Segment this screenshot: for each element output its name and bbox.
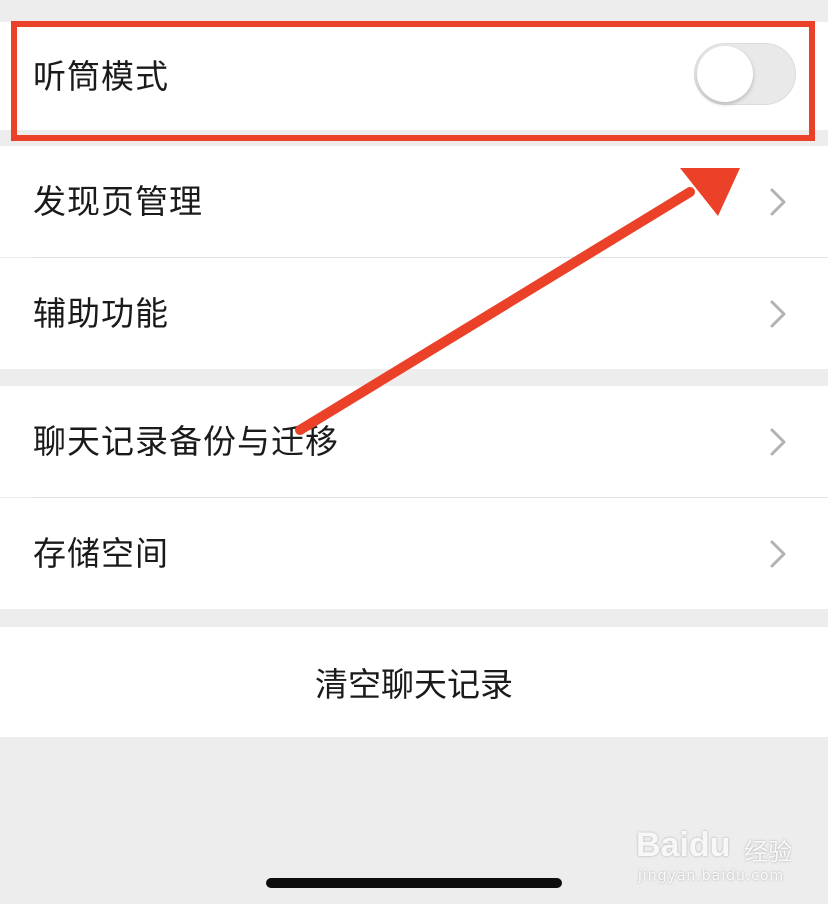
clear-chat-history-label: 清空聊天记录	[315, 665, 513, 704]
watermark-url: jingyan.baidu.com	[638, 868, 785, 884]
clear-chat-history-button[interactable]: 清空聊天记录	[0, 627, 828, 737]
accessibility-label: 辅助功能	[33, 294, 169, 333]
earpiece-mode-toggle[interactable]	[694, 43, 796, 105]
chat-backup-migration-label: 聊天记录备份与迁移	[33, 422, 339, 461]
toggle-knob	[697, 46, 753, 102]
watermark-brand: Baidu	[636, 826, 731, 864]
discover-page-management-row[interactable]: 发现页管理	[0, 146, 828, 257]
earpiece-mode-label: 听筒模式	[33, 56, 169, 96]
storage-row[interactable]: 存储空间	[0, 498, 828, 609]
storage-label: 存储空间	[33, 534, 169, 573]
accessibility-row[interactable]: 辅助功能	[0, 258, 828, 369]
discover-page-management-label: 发现页管理	[33, 182, 203, 221]
chevron-right-icon	[770, 188, 786, 215]
chat-backup-migration-row[interactable]: 聊天记录备份与迁移	[0, 386, 828, 497]
baidu-jingyan-watermark: Baidu 经验 jingyan.baidu.com	[636, 812, 796, 888]
chevron-right-icon	[770, 540, 786, 567]
earpiece-mode-row[interactable]: 听筒模式	[0, 22, 828, 130]
chevron-right-icon	[770, 300, 786, 327]
watermark-sub: 经验	[744, 838, 792, 866]
home-indicator[interactable]	[266, 878, 562, 888]
chevron-right-icon	[770, 428, 786, 455]
